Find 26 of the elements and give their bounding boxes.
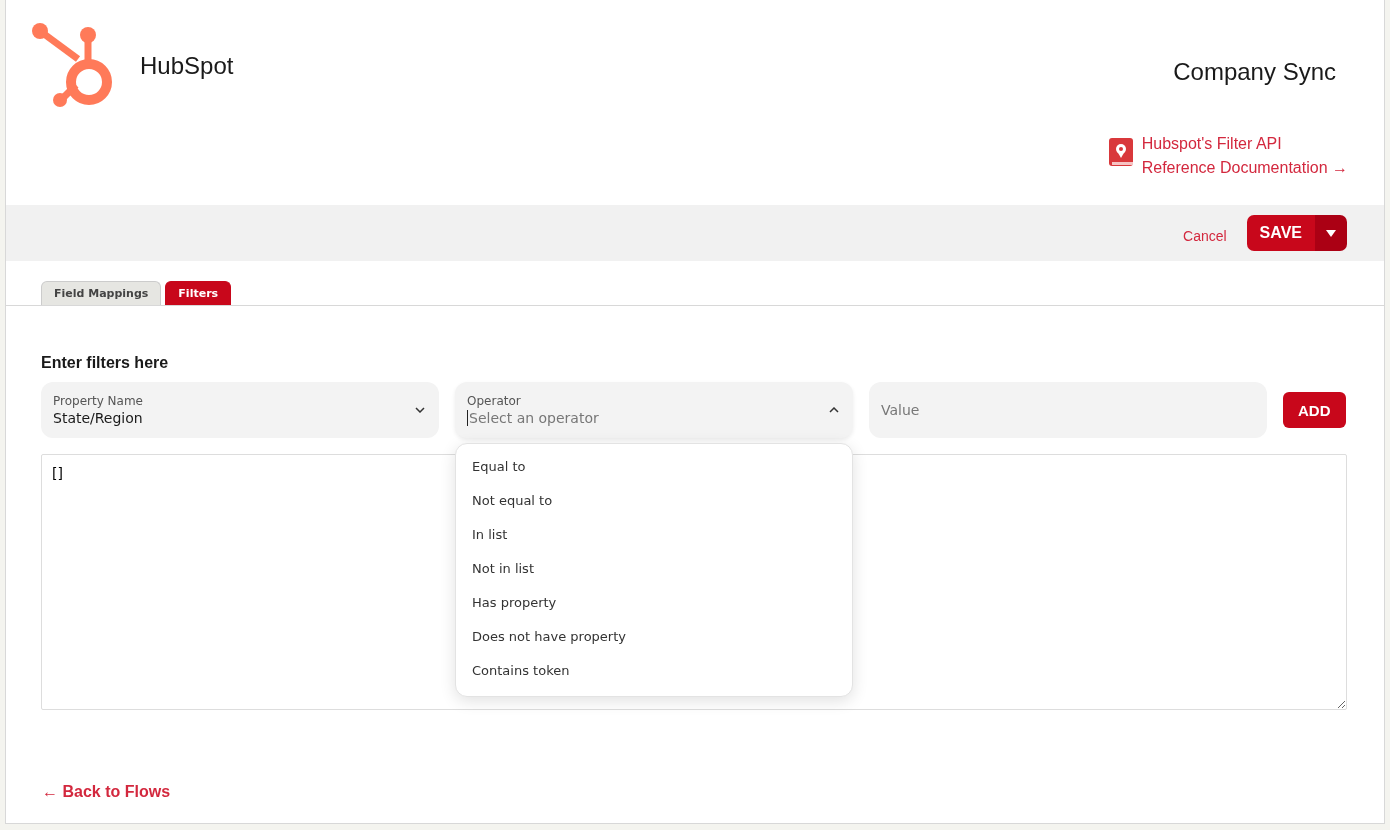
page-title: Company Sync (1173, 58, 1336, 86)
operator-select[interactable]: Operator Select an operator (455, 382, 853, 438)
caret-icon (1326, 229, 1336, 237)
hub-logo-icon (30, 23, 114, 107)
menu-option[interactable]: Equal to (456, 450, 852, 484)
menu-option[interactable]: Contains token (456, 654, 852, 688)
chevron-down-icon (415, 407, 425, 413)
add-button[interactable]: ADD (1283, 392, 1346, 428)
cancel-link[interactable]: Cancel (1183, 228, 1227, 244)
save-menu-button[interactable] (1315, 215, 1347, 251)
menu-option[interactable]: Not equal to (456, 484, 852, 518)
property-select[interactable]: Property Name State/Region (41, 382, 439, 438)
brand-name: HubSpot (140, 52, 234, 80)
tab[interactable]: Field Mappings (41, 281, 162, 305)
menu-option[interactable]: Not in list (456, 552, 852, 586)
documentation-link[interactable]: Hubspot's Filter API Reference Documentation → (1141, 132, 1348, 180)
save-button[interactable]: SAVE (1246, 215, 1315, 251)
menu-option[interactable]: In list (456, 518, 852, 552)
menu-option[interactable]: Does not have property (456, 620, 852, 654)
section-heading: Enter filters here (41, 354, 170, 372)
menu-option[interactable]: Has property (456, 586, 852, 620)
value-field[interactable]: Value (869, 382, 1267, 438)
chevron-up-icon (829, 407, 839, 413)
tab[interactable]: Filters (165, 281, 232, 305)
back-link[interactable]: ← Back to Flows (42, 783, 171, 801)
book-icon (1108, 138, 1134, 168)
